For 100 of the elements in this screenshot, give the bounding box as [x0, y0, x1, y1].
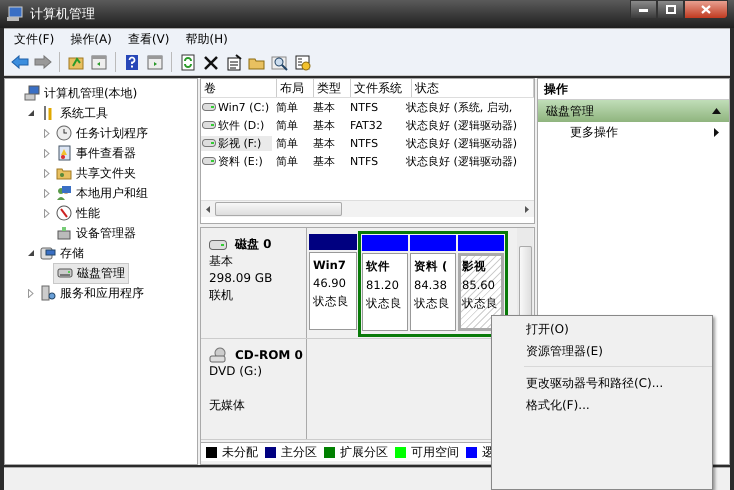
menu-item[interactable]: 资源管理器(E) [524, 340, 712, 362]
partition-size: 81.20 [366, 277, 400, 294]
pane-icon [90, 54, 108, 70]
minimize-icon [639, 8, 648, 12]
services-icon [40, 285, 56, 301]
partition-size: 46.90 [313, 275, 347, 292]
table-cell-text: NTFS [349, 154, 380, 168]
submenu-arrow-icon [714, 128, 719, 136]
partition-block[interactable]: 资料 ( 84.38 状态良 [410, 253, 456, 331]
column-header[interactable]: 卷 [201, 79, 277, 97]
disk-detail: 298.09 GB [209, 270, 274, 287]
device-icon [56, 225, 72, 241]
partition-status: 状态良 [313, 293, 350, 310]
menu-item[interactable]: 帮助(H) [177, 30, 236, 48]
legend-label: 未分配 [222, 444, 258, 460]
partition-block[interactable]: Win7 46.90 状态良 [309, 252, 357, 330]
drive-icon [202, 121, 216, 129]
storage-icon [40, 245, 56, 261]
magnifier-icon [271, 54, 289, 70]
delete-icon [202, 54, 220, 70]
disk-label: 磁盘 0 [235, 236, 272, 253]
column-header[interactable]: 类型 [314, 79, 351, 97]
tree-item[interactable]: 事件查看器 [53, 144, 139, 162]
horizontal-scrollbar[interactable] [201, 200, 534, 217]
action-item[interactable]: 更多操作 [538, 122, 729, 142]
table-cell-text: 简单 [275, 100, 299, 114]
tree-item[interactable]: 磁盘管理 [53, 262, 129, 284]
action-section-header[interactable]: 磁盘管理 [538, 100, 729, 122]
partition-status: 状态良 [414, 295, 451, 312]
window-title: 计算机管理 [30, 6, 95, 23]
tree-item[interactable]: 计算机管理(本地) [21, 84, 140, 102]
table-cell-text: NTFS [349, 136, 380, 150]
column-header[interactable]: 文件系统 [351, 79, 412, 97]
clock-icon [56, 125, 72, 141]
partition-size: 84.38 [414, 277, 448, 294]
partition-status: 状态良 [366, 295, 403, 312]
drive-icon [209, 240, 227, 250]
scroll-left-icon[interactable] [206, 206, 210, 212]
collapse-arrow-icon[interactable] [712, 108, 721, 114]
table-cell-text: 简单 [275, 154, 299, 168]
column-header[interactable]: 布局 [277, 79, 314, 97]
settings-icon [294, 54, 312, 70]
volume-name[interactable]: 软件 (D:) [201, 118, 272, 132]
properties-icon [225, 54, 243, 70]
partition-block[interactable]: 影视 85.60 状态良 [458, 253, 504, 331]
partition-size: 85.60 [462, 277, 496, 294]
table-cell-text: 状态良好 (逻辑驱动器) [405, 136, 518, 150]
partition-name: 软件 [366, 259, 391, 274]
partition-color-bar [309, 234, 357, 250]
table-cell-text: 状态良好 (系统, 启动, [405, 100, 514, 114]
menu-item[interactable]: 打开(O) [524, 318, 712, 340]
table-cell-text: 简单 [275, 136, 299, 150]
disk-detail: 联机 [209, 287, 234, 304]
computer-icon [24, 85, 40, 101]
menu-item[interactable]: 格式化(F)... [524, 394, 712, 416]
help-icon [123, 54, 141, 70]
tree-item[interactable]: 服务和应用程序 [37, 284, 147, 302]
volume-name[interactable]: 资料 (E:) [201, 154, 272, 168]
menu-item[interactable]: 操作(A) [62, 30, 120, 48]
tree-item[interactable]: 任务计划程序 [53, 124, 151, 142]
table-cell-text: 基本 [312, 100, 336, 114]
table-cell-text: 简单 [275, 118, 299, 132]
toolbar-button[interactable] [293, 52, 313, 72]
disk-detail: DVD (G:) [209, 363, 263, 380]
drive-icon [202, 139, 216, 147]
minimize-button[interactable] [630, 0, 657, 19]
forward-icon [34, 54, 52, 70]
drive-icon [202, 103, 216, 111]
partition-name: 影视 [462, 259, 487, 274]
partition-color-bar [410, 235, 456, 251]
menu-item[interactable]: 查看(V) [120, 30, 178, 48]
cd-drive-icon [209, 347, 227, 363]
tree-item[interactable]: 系统工具 [37, 104, 111, 122]
disk-label: CD-ROM 0 [235, 348, 303, 362]
tree-item[interactable]: 本地用户和组 [53, 184, 151, 202]
partition-color-bar [362, 235, 408, 251]
tree-item[interactable]: 性能 [53, 204, 103, 222]
table-cell-text: 状态良好 (逻辑驱动器) [405, 154, 518, 168]
close-button[interactable] [684, 0, 728, 19]
menu-item[interactable]: 文件(F) [6, 30, 62, 48]
partition-block[interactable]: 软件 81.20 状态良 [362, 253, 408, 331]
column-header[interactable]: 状态 [412, 79, 534, 97]
tree-item[interactable]: 共享文件夹 [53, 164, 139, 182]
partition-status: 状态良 [462, 295, 499, 312]
maximize-button[interactable] [657, 0, 684, 19]
table-cell-text: 基本 [312, 118, 336, 132]
disk-detail: 基本 [209, 253, 234, 270]
table-cell-text: 基本 [312, 136, 336, 150]
volume-name[interactable]: 影视 (F:) [201, 136, 272, 150]
maximize-icon [666, 5, 676, 14]
back-icon [11, 54, 29, 70]
partition-name: Win7 [313, 258, 347, 272]
scroll-right-icon[interactable] [525, 206, 529, 212]
volume-name[interactable]: Win7 (C:) [201, 100, 272, 114]
partition-color-bar [458, 235, 504, 251]
tree-item[interactable]: 设备管理器 [53, 224, 139, 242]
table-cell-text: 基本 [312, 154, 336, 168]
menu-item[interactable]: 更改驱动器号和路径(C)... [524, 372, 712, 394]
tree-item[interactable]: 存储 [37, 244, 87, 262]
legend-label: 扩展分区 [340, 444, 388, 460]
